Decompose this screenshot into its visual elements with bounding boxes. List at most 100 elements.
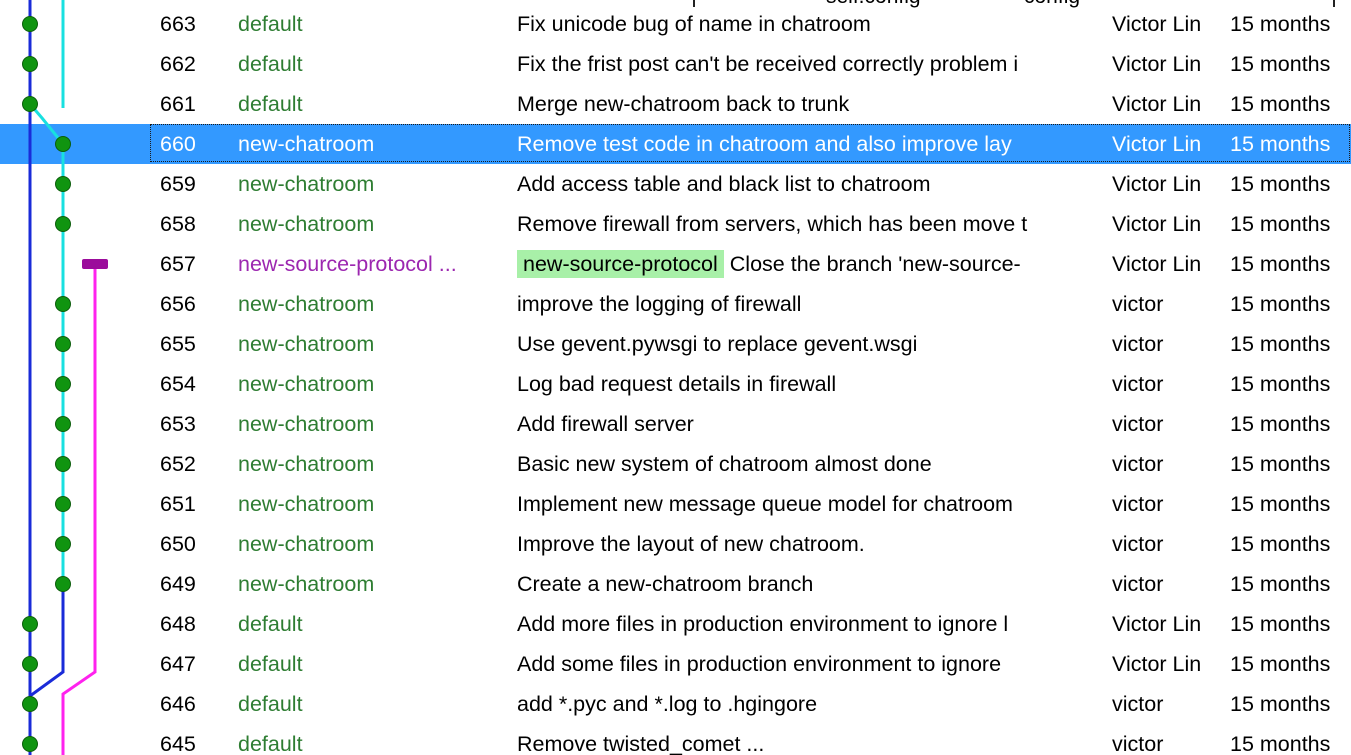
revision-number: 656 — [160, 292, 196, 316]
revision-row[interactable]: 661 default Merge new-chatroom back to tru… — [0, 84, 1351, 124]
author-name: victor — [1112, 532, 1164, 556]
commit-age: 15 months — [1230, 692, 1331, 716]
revision-row[interactable]: 653 new-chatroom Add firewall server victor… — [0, 404, 1351, 444]
author-name: Victor Lin — [1112, 132, 1202, 156]
description-text: Implement new message queue model for ch… — [517, 492, 1013, 516]
commit-description: Basic new system of chatroom almost done — [517, 444, 1109, 484]
revision-number: 658 — [160, 212, 196, 236]
author-name: victor — [1112, 692, 1164, 716]
author-name: Victor Lin — [1112, 252, 1202, 276]
branch-name: default — [238, 652, 303, 676]
commit-age: 15 months — [1230, 652, 1331, 676]
commit-description: Use gevent.pywsgi to replace gevent.wsgi — [517, 324, 1109, 364]
description-text: Create a new-chatroom branch — [517, 572, 814, 596]
commit-age: 15 months — [1230, 332, 1331, 356]
branch-name: default — [238, 92, 303, 116]
commit-age: 15 months — [1230, 172, 1331, 196]
commit-age: 15 months — [1230, 52, 1331, 76]
commit-age: 15 months — [1230, 12, 1331, 36]
commit-age: 15 months — [1230, 532, 1331, 556]
commit-description: Remove twisted_comet ... — [517, 724, 1109, 755]
branch-name: new-chatroom — [238, 492, 375, 516]
description-text: Remove test code in chatroom and also im… — [517, 132, 1012, 156]
author-name: Victor Lin — [1112, 172, 1202, 196]
revision-number: 646 — [160, 692, 196, 716]
commit-age: 15 months — [1230, 412, 1331, 436]
description-text: Add access table and black list to chatr… — [517, 172, 931, 196]
branch-name: default — [238, 52, 303, 76]
commit-age: 15 months — [1230, 492, 1331, 516]
commit-description: Add more files in production environment… — [517, 604, 1109, 644]
revision-number: 654 — [160, 372, 196, 396]
author-name: victor — [1112, 732, 1164, 755]
revision-row[interactable]: 655 new-chatroom Use gevent.pywsgi to repl… — [0, 324, 1351, 364]
commit-age: 15 months — [1230, 92, 1331, 116]
revision-row[interactable]: 645 default Remove twisted_comet ... victor… — [0, 724, 1351, 755]
description-text: improve the logging of firewall — [517, 292, 802, 316]
author-name: victor — [1112, 332, 1164, 356]
revision-number: 647 — [160, 652, 196, 676]
revision-row[interactable]: 648 default Add more files in production e… — [0, 604, 1351, 644]
commit-description: new-source-protocol Close the branch 'new… — [517, 244, 1109, 284]
revision-number: 653 — [160, 412, 196, 436]
author-name: victor — [1112, 372, 1164, 396]
branch-name: default — [238, 612, 303, 636]
revision-row[interactable]: 649 new-chatroom Create a new-chatroom bra… — [0, 564, 1351, 604]
description-text: Log bad request details in firewall — [517, 372, 837, 396]
description-text: Use gevent.pywsgi to replace gevent.wsgi — [517, 332, 918, 356]
revision-row[interactable]: 662 default Fix the frist post can't be re… — [0, 44, 1351, 84]
commit-age: 15 months — [1230, 292, 1331, 316]
commit-age: 15 months — [1230, 732, 1331, 755]
branch-tag-badge: new-source-protocol — [517, 250, 724, 278]
author-name: victor — [1112, 572, 1164, 596]
revision-row[interactable]: 647 default Add some files in production e… — [0, 644, 1351, 684]
branch-name: default — [238, 12, 303, 36]
revision-number: 660 — [160, 132, 196, 156]
revision-number: 648 — [160, 612, 196, 636]
branch-name: new-chatroom — [238, 572, 375, 596]
revision-row[interactable]: 660 new-chatroom Remove test code in chatr… — [0, 124, 1351, 164]
revision-number: 651 — [160, 492, 196, 516]
revision-row[interactable]: 651 new-chatroom Implement new message que… — [0, 484, 1351, 524]
author-name: victor — [1112, 412, 1164, 436]
commit-age: 15 months — [1230, 372, 1331, 396]
branch-name: new-chatroom — [238, 172, 375, 196]
branch-name: new-chatroom — [238, 532, 375, 556]
revision-number: 655 — [160, 332, 196, 356]
description-text: add *.pyc and *.log to .hgingore — [517, 692, 818, 716]
revision-number: 663 — [160, 12, 196, 36]
revision-row[interactable]: 656 new-chatroom improve the logging of fi… — [0, 284, 1351, 324]
revision-number: 652 — [160, 452, 196, 476]
commit-description: Add some files in production environment… — [517, 644, 1109, 684]
description-text: Add firewall server — [517, 412, 694, 436]
revision-row[interactable]: 646 default add *.pyc and *.log to .hgingo… — [0, 684, 1351, 724]
author-name: Victor Lin — [1112, 212, 1202, 236]
author-name: victor — [1112, 492, 1164, 516]
revision-number: 649 — [160, 572, 196, 596]
branch-name: new-chatroom — [238, 452, 375, 476]
revision-row[interactable]: 663 default Fix unicode bug of name in cha… — [0, 4, 1351, 44]
revision-row[interactable]: 657 new-source-protocol ... new-source-pro… — [0, 244, 1351, 284]
commit-age: 15 months — [1230, 252, 1331, 276]
commit-description: Implement new message queue model for ch… — [517, 484, 1109, 524]
branch-name: new-chatroom — [238, 332, 375, 356]
revision-row[interactable]: 652 new-chatroom Basic new system of chatr… — [0, 444, 1351, 484]
commit-description: Fix the frist post can't be received cor… — [517, 44, 1109, 84]
revision-number: 645 — [160, 732, 196, 755]
description-text: Fix unicode bug of name in chatroom — [517, 12, 871, 36]
author-name: Victor Lin — [1112, 92, 1202, 116]
revision-number: 650 — [160, 532, 196, 556]
revision-row[interactable]: 654 new-chatroom Log bad request details i… — [0, 364, 1351, 404]
revision-row[interactable]: 658 new-chatroom Remove firewall from serv… — [0, 204, 1351, 244]
revision-row[interactable]: 650 new-chatroom Improve the layout of new… — [0, 524, 1351, 564]
description-text: Close the branch 'new-source- — [729, 252, 1021, 276]
revision-row[interactable]: 659 new-chatroom Add access table and blac… — [0, 164, 1351, 204]
branch-name: new-chatroom — [238, 292, 375, 316]
description-text: Remove firewall from servers, which has … — [517, 212, 1028, 236]
revision-number: 661 — [160, 92, 196, 116]
commit-age: 15 months — [1230, 452, 1331, 476]
author-name: Victor Lin — [1112, 612, 1202, 636]
branch-name: new-chatroom — [238, 412, 375, 436]
revision-history-window: self.config config 663defaultFix unicode… — [0, 0, 1351, 755]
commit-description: Add access table and black list to chatr… — [517, 164, 1109, 204]
